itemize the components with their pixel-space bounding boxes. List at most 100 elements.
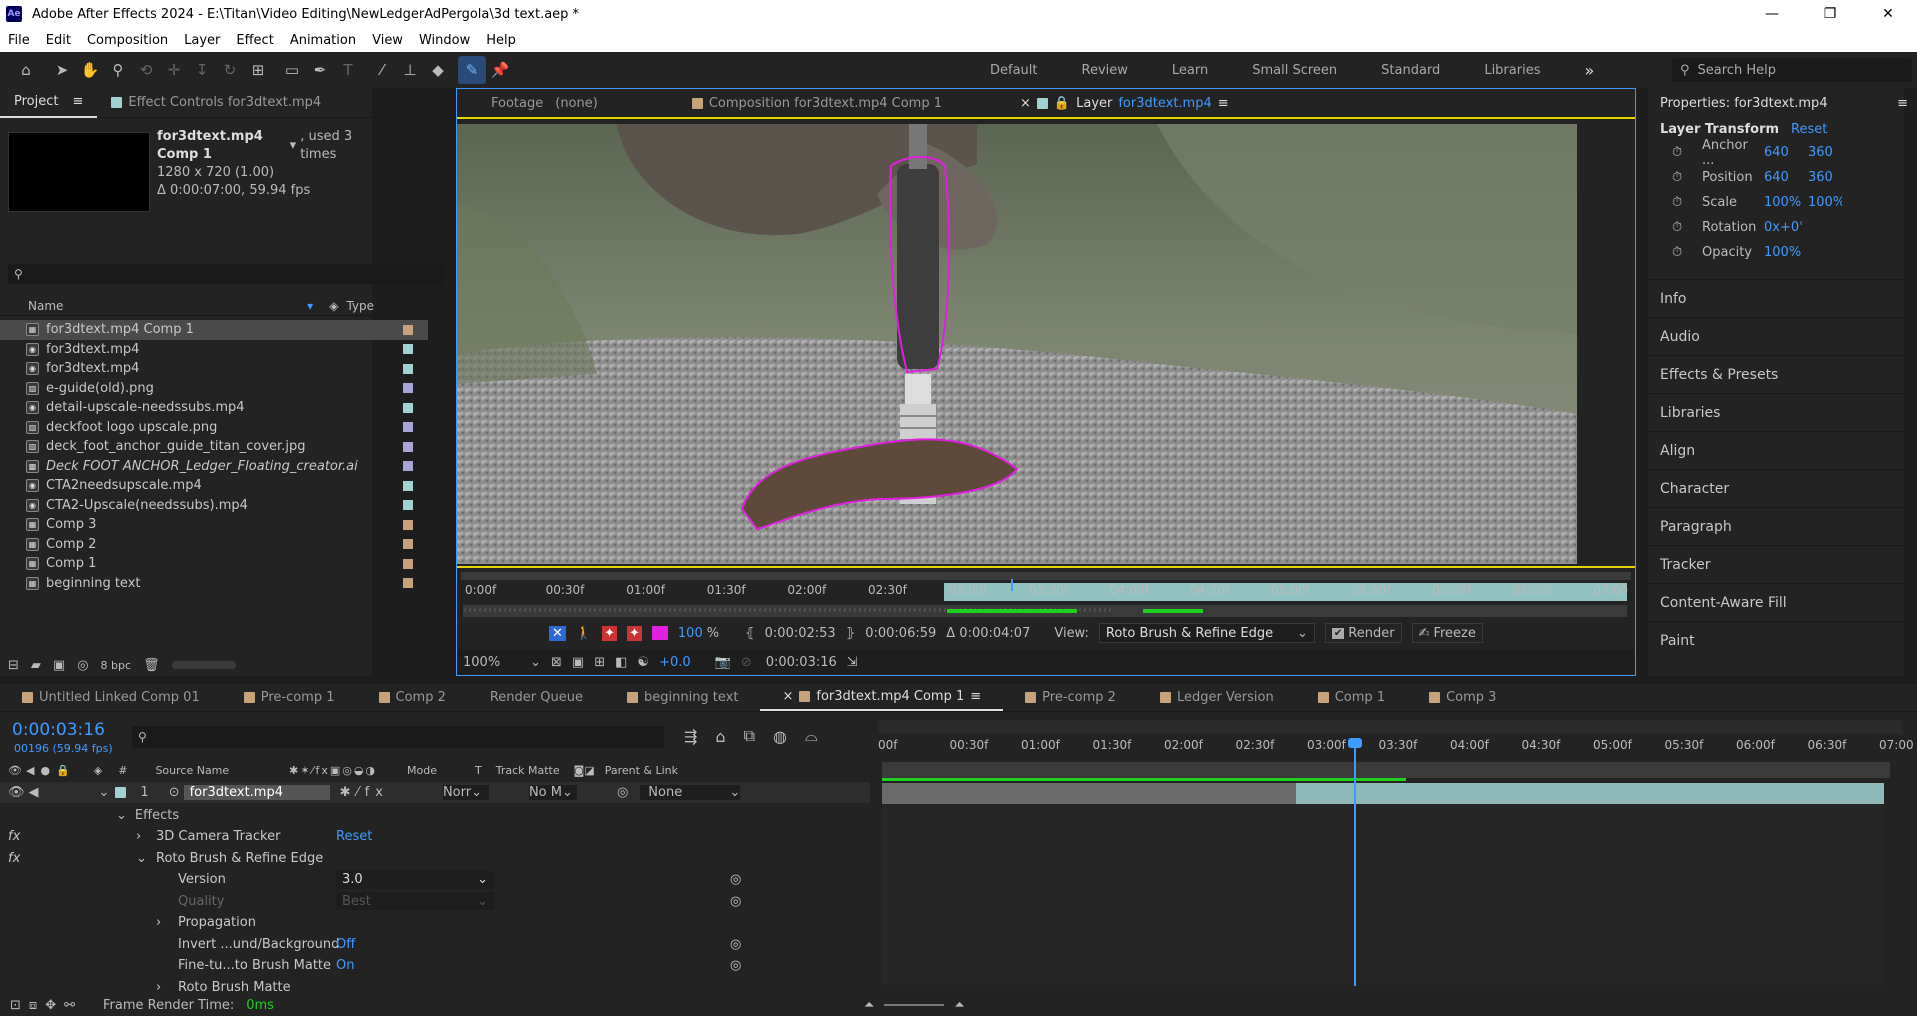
timeline-ruler[interactable]: 00f 00:30f 01:00f 01:30f 02:00f 02:30f 03:00f 0… <box>878 734 1914 756</box>
effect-property-row[interactable]: fx ⌄ Roto Brush & Refine Edge <box>0 848 870 870</box>
eraser-tool-icon[interactable]: ◆ <box>424 56 452 84</box>
label-swatch[interactable] <box>403 344 413 355</box>
timeline-tab[interactable]: Comp 3 <box>1407 684 1518 711</box>
project-item[interactable]: ▨ deckfoot logo upscale.png <box>0 418 428 438</box>
pan-tool-icon[interactable]: ✛ <box>160 56 188 84</box>
layer-source-name[interactable]: for3dtext.mp4 <box>183 785 330 800</box>
parent-pickwhip-icon[interactable]: ◎ <box>617 785 628 800</box>
transfer-controls-icon[interactable]: ⧈ <box>29 998 37 1013</box>
menu-view[interactable]: View <box>364 33 411 48</box>
twirl-icon[interactable]: ⌄ <box>136 851 147 866</box>
label-swatch[interactable] <box>403 383 413 394</box>
tab-effect-controls[interactable]: Effect Controls for3dtext.mp4 <box>97 88 335 117</box>
workspace-learn[interactable]: Learn <box>1172 63 1208 78</box>
effect-property-row[interactable]: Invert ...und/Background Off ◎ <box>0 934 870 956</box>
label-swatch[interactable] <box>403 441 413 452</box>
tab-footage[interactable]: Footage (none) <box>457 89 612 117</box>
effect-property-row[interactable]: Fine-tu...to Brush Matte On ◎ <box>0 955 870 977</box>
workspace-more-button[interactable]: » <box>1584 61 1594 80</box>
motion-blur-icon[interactable]: ⌓ <box>805 726 818 746</box>
frame-blending-icon[interactable]: ◍ <box>773 727 787 746</box>
roto-brush-tool-icon[interactable]: ✎ <box>458 56 486 84</box>
menu-composition[interactable]: Composition <box>79 33 176 48</box>
workspace-small-screen[interactable]: Small Screen <box>1252 63 1337 78</box>
label-swatch[interactable] <box>403 402 413 413</box>
project-item[interactable]: ▨ deck_foot_anchor_guide_titan_cover.jpg <box>0 437 428 457</box>
property-value-2[interactable]: 360 <box>1808 145 1842 160</box>
layer-label-swatch[interactable] <box>115 787 127 798</box>
region-of-interest-icon[interactable]: ▣ <box>572 655 584 670</box>
label-swatch[interactable] <box>403 539 413 550</box>
property-value-1[interactable]: 640 <box>1764 145 1802 160</box>
viewer-playhead[interactable] <box>1011 579 1013 591</box>
layer-audio-icon[interactable]: ◀ <box>29 785 39 800</box>
project-zoom-slider[interactable] <box>171 661 236 669</box>
type-tool-icon[interactable]: T <box>334 56 362 84</box>
column-source-name[interactable]: Source Name <box>155 764 229 777</box>
effect-property-value[interactable]: Reset <box>336 829 372 844</box>
always-preview-icon[interactable]: ⇲ <box>847 655 858 670</box>
delete-icon[interactable]: 🗑 <box>143 658 160 673</box>
exposure-value[interactable]: +0.0 <box>659 655 691 670</box>
tab-project[interactable]: Project ≡ <box>0 88 98 118</box>
channel-icon[interactable]: ◧ <box>615 655 627 670</box>
layer-visibility-icon[interactable]: 👁 <box>8 785 25 800</box>
timeline-zoom-slider[interactable] <box>884 1004 945 1006</box>
home-icon[interactable]: ⌂ <box>12 56 40 84</box>
project-item[interactable]: ▩ Deck FOOT ANCHOR_Ledger_Floating_creato… <box>0 457 428 477</box>
puppet-pin-tool-icon[interactable]: 📌 <box>486 56 514 84</box>
draft-3d-icon[interactable]: ⌂ <box>715 727 725 746</box>
label-swatch[interactable] <box>403 324 413 335</box>
grid-guides-icon[interactable]: ⊞ <box>594 655 605 670</box>
menu-effect[interactable]: Effect <box>228 33 281 48</box>
menu-file[interactable]: File <box>0 33 38 48</box>
panel-audio[interactable]: Audio <box>1648 317 1904 355</box>
panel-character[interactable]: Character <box>1648 469 1904 507</box>
fx-icon[interactable]: fx <box>8 829 20 844</box>
stopwatch-icon[interactable]: ⏱ <box>1672 245 1692 260</box>
adjust-project-settings-icon[interactable]: ◎ <box>77 658 88 673</box>
comp-mini-flowchart-icon[interactable]: ⇶ <box>684 727 697 746</box>
effects-twirl-icon[interactable]: ⌄ <box>116 808 127 823</box>
layer-bar-active[interactable] <box>1296 783 1884 804</box>
timeline-search-input[interactable]: ⚲ <box>132 726 664 748</box>
layer-twirl-icon[interactable]: ⌄ <box>99 785 110 800</box>
label-swatch[interactable] <box>403 422 413 433</box>
panel-effects-presets[interactable]: Effects & Presets <box>1648 355 1904 393</box>
layer-track-matte-select[interactable]: No M ⌄ <box>528 785 577 800</box>
in-point-icon[interactable]: ⦃ <box>745 626 755 641</box>
work-area[interactable] <box>882 762 1890 778</box>
panel-content-aware-fill[interactable]: Content-Aware Fill <box>1648 583 1904 621</box>
layer-switches-toggle-icon[interactable]: ⊡ <box>10 998 21 1013</box>
label-swatch[interactable] <box>403 500 413 511</box>
menu-layer[interactable]: Layer <box>176 33 228 48</box>
twirl-icon[interactable]: › <box>156 980 161 995</box>
panel-menu-icon[interactable]: ≡ <box>1218 96 1229 111</box>
view-select[interactable]: Roto Brush & Refine Edge ⌄ <box>1098 623 1315 643</box>
bpc-button[interactable]: 8 bpc <box>101 659 132 672</box>
restore-button[interactable]: ❐ <box>1801 6 1859 22</box>
label-swatch[interactable] <box>403 558 413 569</box>
hand-tool-icon[interactable]: ✋ <box>76 56 104 84</box>
twirl-icon[interactable]: › <box>156 915 161 930</box>
rotate-tool-icon[interactable]: ↻ <box>216 56 244 84</box>
column-type[interactable]: Type <box>346 299 374 313</box>
expression-pickwhip-icon[interactable]: ◎ <box>730 958 741 973</box>
current-time[interactable]: 0:00:03:16 <box>766 655 837 670</box>
panel-align[interactable]: Align <box>1648 431 1904 469</box>
project-item[interactable]: ▨ e-guide(old).png <box>0 379 428 399</box>
expression-pickwhip-icon[interactable]: ◎ <box>730 937 741 952</box>
twirl-icon[interactable]: › <box>136 829 141 844</box>
pan-behind-tool-icon[interactable]: ⊞ <box>244 56 272 84</box>
property-value-2[interactable]: 100% <box>1808 195 1842 210</box>
label-swatch[interactable] <box>403 363 413 374</box>
panel-paint[interactable]: Paint <box>1648 621 1904 659</box>
overlay-opacity[interactable]: 100 <box>678 626 703 641</box>
timeline-current-time[interactable]: 0:00:03:16 <box>12 720 105 740</box>
panel-info[interactable]: Info <box>1648 279 1904 317</box>
effect-property-row[interactable]: Version 3.0 ⌄ ◎ <box>0 869 870 891</box>
out-point-icon[interactable]: ⦄ <box>846 626 856 641</box>
project-item[interactable]: ▦ beginning text <box>0 574 428 594</box>
viewer-time-ruler[interactable]: 0:00f 00:30f 01:00f 01:30f 02:00f 02:30f 03:00… <box>457 583 1635 601</box>
label-swatch[interactable] <box>403 461 413 472</box>
